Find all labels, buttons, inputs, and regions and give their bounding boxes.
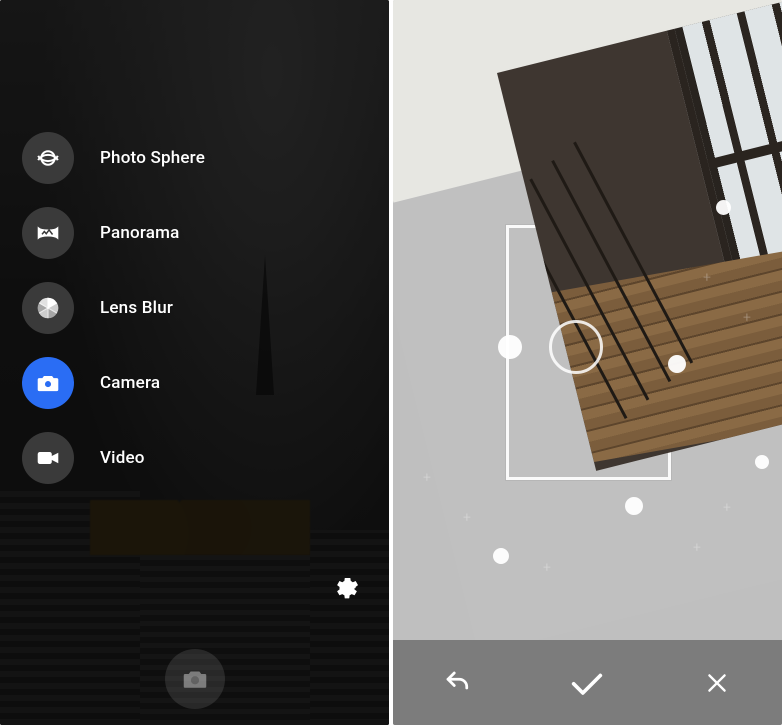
- ceiling-light: [472, 0, 510, 1]
- mode-item-lens-blur[interactable]: Lens Blur: [22, 270, 205, 345]
- lens-blur-icon: [22, 282, 74, 334]
- check-icon: [567, 663, 607, 703]
- capture-canvas[interactable]: + + + + + + +: [393, 0, 782, 640]
- mode-item-camera[interactable]: Camera: [22, 345, 205, 420]
- window: [667, 0, 782, 283]
- photo-sphere-icon: [22, 132, 74, 184]
- video-icon: [22, 432, 74, 484]
- settings-button[interactable]: [329, 569, 365, 605]
- shutter-button-disabled: [165, 649, 225, 709]
- camera-mode-screen: Photo Sphere Panorama Lens Blur Camera V: [0, 0, 389, 725]
- camera-icon: [22, 357, 74, 409]
- mode-label: Photo Sphere: [100, 148, 205, 168]
- capture-target-dot: [493, 548, 509, 564]
- capture-target-dot: [498, 335, 522, 359]
- target-ring: [549, 320, 603, 374]
- camera-icon: [180, 664, 210, 694]
- confirm-button[interactable]: [537, 640, 637, 725]
- capture-target-dot: [625, 497, 643, 515]
- capture-target-dot: [755, 455, 769, 469]
- mode-label: Video: [100, 448, 145, 468]
- mode-menu: Photo Sphere Panorama Lens Blur Camera V: [22, 120, 205, 495]
- mode-label: Lens Blur: [100, 298, 173, 318]
- mode-item-panorama[interactable]: Panorama: [22, 195, 205, 270]
- capture-target-dot: [668, 355, 686, 373]
- panorama-icon: [22, 207, 74, 259]
- undo-icon: [443, 668, 473, 698]
- mode-item-photo-sphere[interactable]: Photo Sphere: [22, 120, 205, 195]
- capture-target-dot: [716, 200, 731, 215]
- mode-label: Panorama: [100, 223, 179, 243]
- undo-button[interactable]: [408, 640, 508, 725]
- close-icon: [704, 670, 730, 696]
- mode-item-video[interactable]: Video: [22, 420, 205, 495]
- capture-action-bar: [393, 640, 782, 725]
- cancel-button[interactable]: [667, 640, 767, 725]
- gear-icon: [333, 573, 361, 601]
- sphere-capture-screen: + + + + + + +: [393, 0, 782, 725]
- mode-label: Camera: [100, 373, 160, 393]
